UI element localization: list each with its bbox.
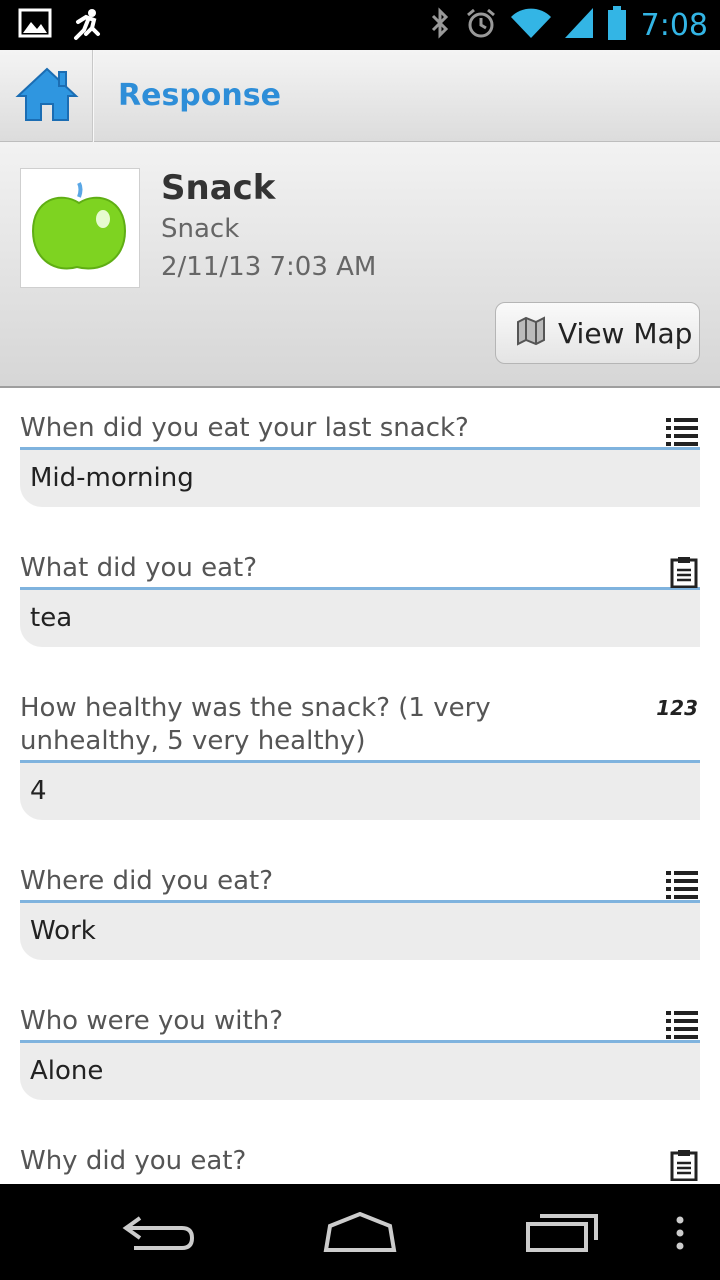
recent-apps-icon (526, 1214, 598, 1252)
question-text: Where did you eat? (20, 866, 274, 896)
question-item: What did you eat? tea (20, 552, 700, 647)
question-item: Why did you eat? (20, 1145, 700, 1182)
bluetooth-icon (429, 7, 451, 43)
wifi-icon (510, 8, 551, 42)
back-button[interactable] (120, 1212, 196, 1258)
response-header: Snack Snack 2/11/13 7:03 AM View Map (0, 142, 720, 388)
overflow-menu-button[interactable] (672, 1216, 688, 1254)
action-bar: Response (0, 50, 720, 142)
battery-icon (607, 6, 627, 44)
question-item: Who were you with? Alone (20, 1005, 700, 1100)
survey-thumbnail (20, 168, 140, 288)
home-nav-button[interactable] (320, 1211, 400, 1258)
survey-title: Snack (161, 168, 276, 208)
home-nav-icon (323, 1211, 397, 1252)
recent-apps-button[interactable] (524, 1210, 600, 1258)
signal-icon (564, 8, 593, 42)
status-time: 7:08 (640, 7, 708, 43)
question-item: When did you eat your last snack? Mid-mo… (20, 412, 700, 507)
answer-field: tea (20, 590, 700, 647)
survey-subtitle: Snack (161, 214, 240, 244)
list-icon (666, 416, 698, 450)
answer-field: 4 (20, 763, 700, 820)
picture-icon (18, 8, 52, 46)
clipboard-icon (670, 1149, 698, 1184)
clipboard-icon (670, 556, 698, 592)
question-text: Why did you eat? (20, 1146, 247, 1176)
alarm-icon (465, 7, 497, 43)
overflow-menu-icon (676, 1216, 684, 1250)
number-icon: 123 (656, 696, 698, 720)
action-divider (92, 50, 94, 142)
question-text: How healthy was the snack? (1 very unhea… (20, 693, 491, 756)
back-icon (122, 1216, 195, 1250)
status-bar: 7:08 (0, 0, 720, 50)
list-icon (666, 869, 698, 903)
home-button[interactable] (0, 50, 93, 142)
view-map-button[interactable]: View Map (495, 302, 700, 364)
page-title: Response (118, 78, 281, 113)
question-text: What did you eat? (20, 553, 258, 583)
answer-field: Alone (20, 1043, 700, 1100)
navigation-bar (0, 1184, 720, 1280)
question-text: When did you eat your last snack? (20, 413, 469, 443)
response-date: 2/11/13 7:03 AM (161, 252, 377, 282)
home-icon (14, 66, 79, 126)
runner-icon (70, 8, 104, 46)
list-icon (666, 1009, 698, 1043)
answer-field: Mid-morning (20, 450, 700, 507)
view-map-label: View Map (558, 316, 693, 350)
answer-field: Work (20, 903, 700, 960)
question-text: Who were you with? (20, 1006, 283, 1036)
question-item: Where did you eat? Work (20, 865, 700, 960)
green-apple-icon (21, 182, 139, 291)
question-item: How healthy was the snack? (1 very unhea… (20, 692, 700, 820)
response-list[interactable]: When did you eat your last snack? Mid-mo… (0, 388, 720, 1184)
map-icon (516, 316, 546, 350)
